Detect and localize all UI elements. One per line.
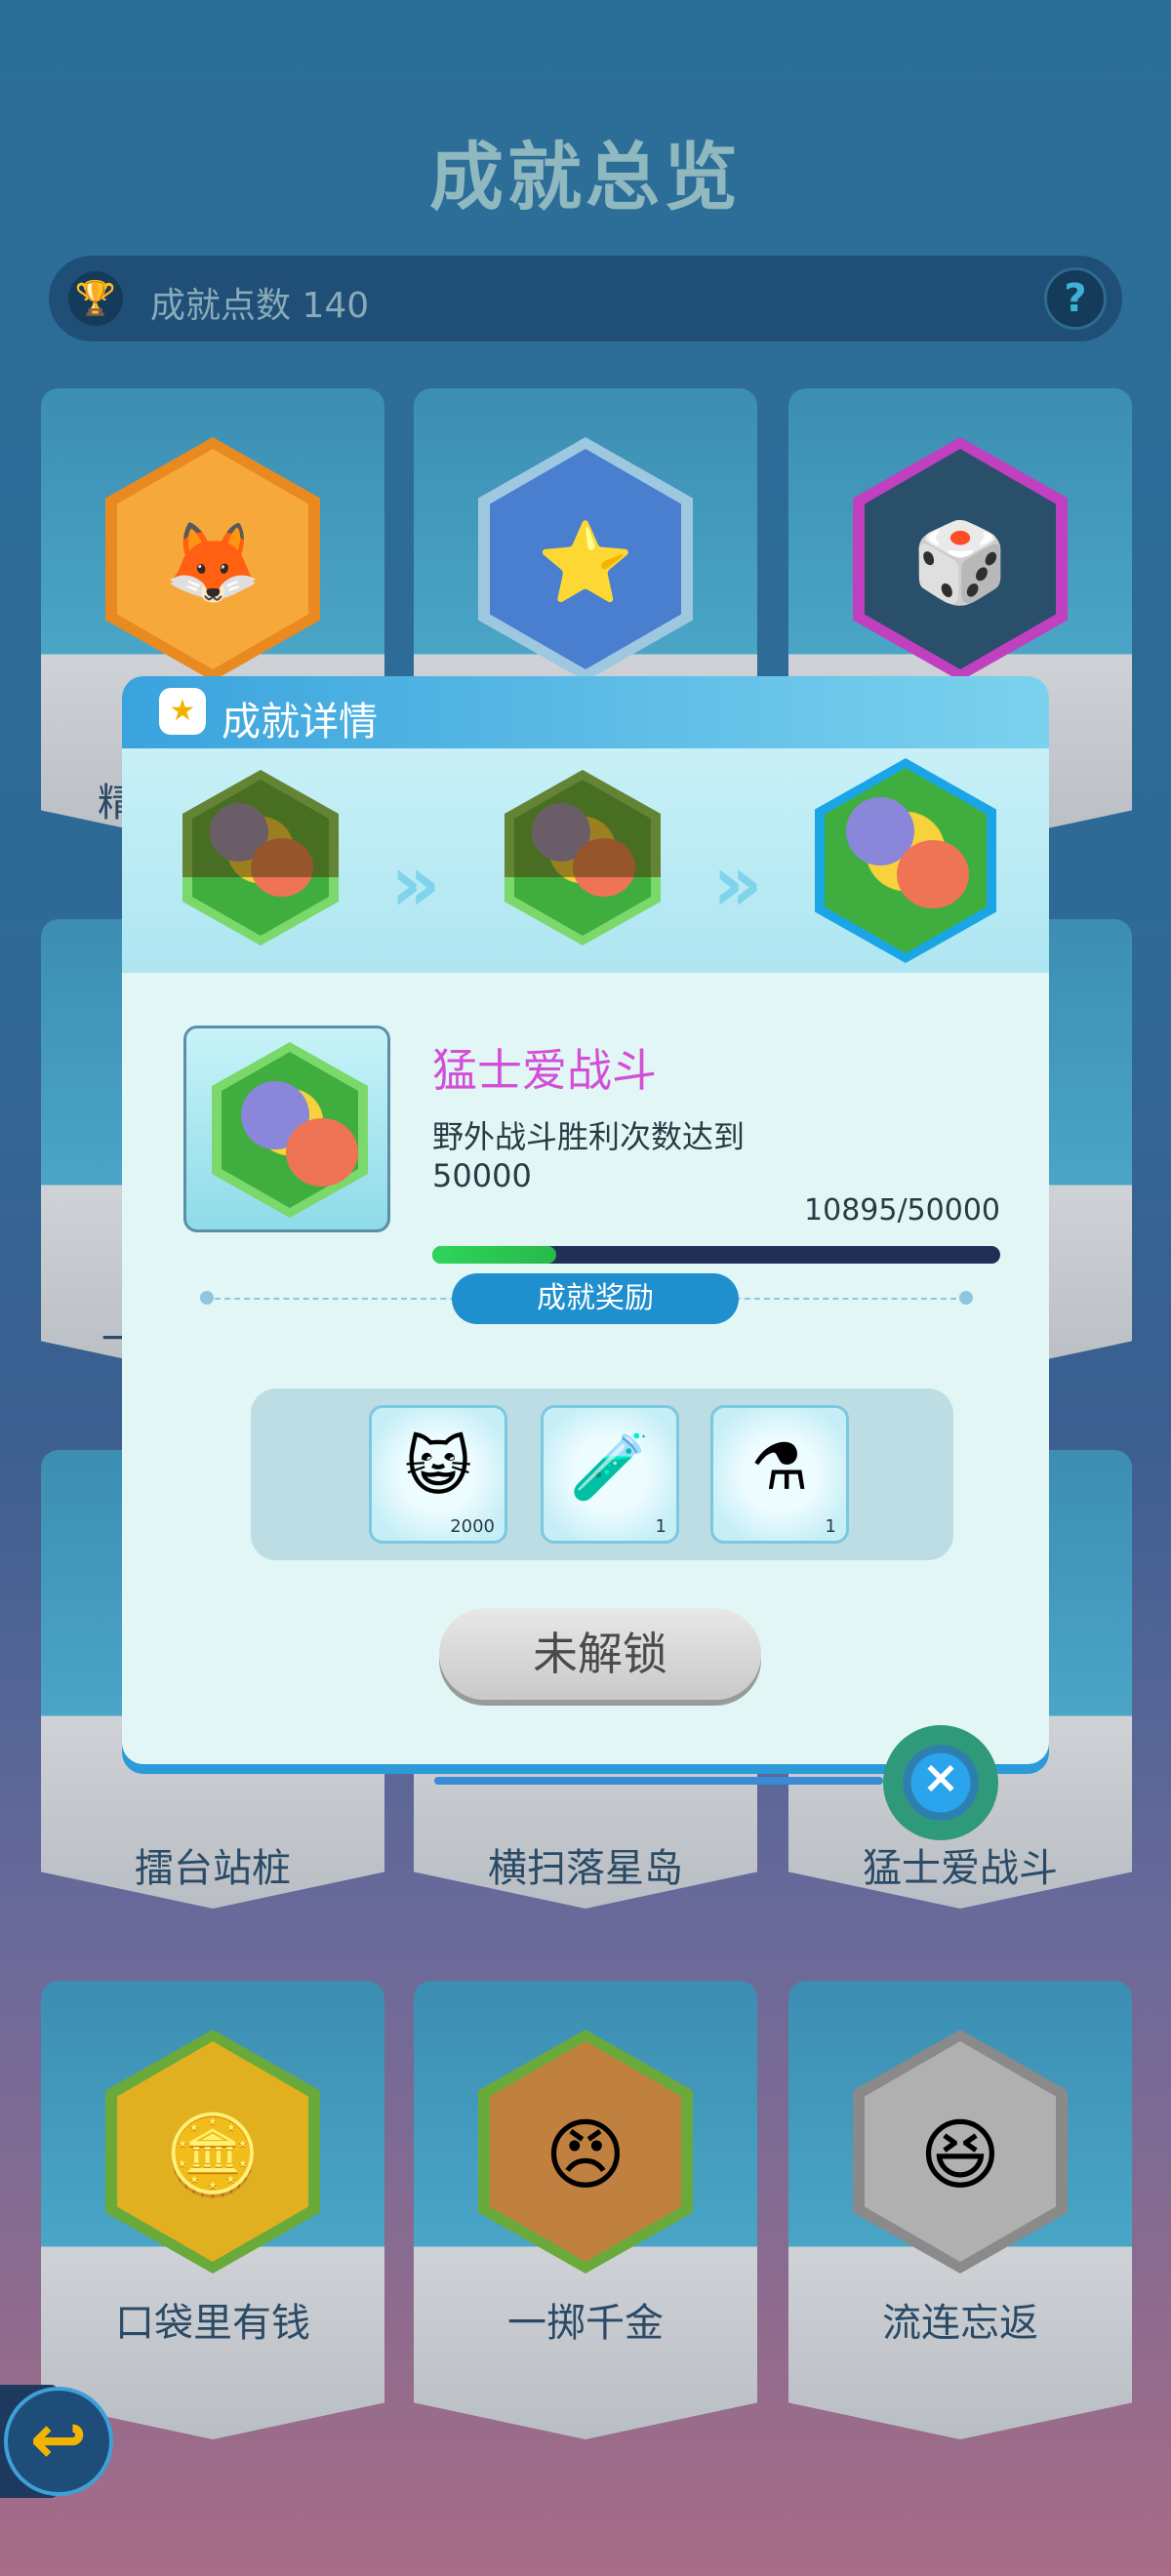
reward-item[interactable]: 😺 2000 [369, 1405, 507, 1544]
reward-item[interactable]: 🧪 1 [541, 1405, 679, 1544]
divider-dot [200, 1291, 214, 1305]
badge-star-icon: ★ [159, 688, 206, 735]
locked-button[interactable]: 未解锁 [439, 1608, 761, 1700]
achievement-badge-icon: 🦊 [105, 437, 320, 681]
progress-text: 10895/50000 [804, 1193, 1000, 1228]
purple-potion-icon: 🧪 [569, 1429, 651, 1505]
achievement-card[interactable]: 😆 流连忘返 [788, 1981, 1132, 2439]
achievement-badge-icon: 😠 [478, 2030, 693, 2274]
back-arrow-icon: ↩ [29, 2399, 88, 2479]
page-title: 成就总览 [429, 134, 742, 221]
divider-dot [959, 1291, 973, 1305]
achievement-card-label: 擂台站桩 [135, 1846, 291, 1891]
achievement-points-text: 成就点数 140 [150, 286, 370, 326]
achievement-detail-modal: ★ 成就详情 » » 猛士爱战斗 野外战斗胜利次数达到50000 10895/5… [122, 676, 1049, 1764]
progress-bar-fill [432, 1246, 556, 1264]
stage-2-badge-icon[interactable] [505, 770, 661, 946]
achievement-badge-icon: 😆 [853, 2030, 1068, 2274]
achievement-badge-icon: 🎲 [853, 437, 1068, 681]
achievement-name: 猛士爱战斗 [432, 1044, 657, 1097]
achievement-card-label: 流连忘返 [882, 2301, 1038, 2346]
cat-face-icon: 😺 [404, 1429, 472, 1505]
achievement-description: 野外战斗胜利次数达到50000 [432, 1118, 746, 1194]
achievement-card[interactable]: 😠 一掷千金 [414, 1981, 757, 2439]
reward-item[interactable]: ⚗ 1 [710, 1405, 849, 1544]
stage-3-badge-icon[interactable] [815, 758, 996, 963]
modal-title: 成就详情 [222, 700, 378, 745]
achievement-card[interactable]: 🪙 口袋里有钱 [41, 1981, 384, 2439]
achievement-card-label: 一掷千金 [507, 2301, 664, 2346]
modal-header: ★ 成就详情 [122, 676, 1049, 748]
progress-bar [432, 1246, 1000, 1264]
reward-count: 1 [655, 1516, 666, 1537]
back-button[interactable]: ↩ [4, 2387, 113, 2496]
close-icon: × [921, 1751, 960, 1803]
red-potion-icon: ⚗ [750, 1429, 809, 1505]
stage-1-badge-icon[interactable] [182, 770, 339, 946]
reward-count: 2000 [450, 1516, 495, 1537]
chevron-right-icon: » [390, 838, 440, 929]
trophy-icon: 🏆 [68, 271, 123, 326]
rewards-label: 成就奖励 [452, 1273, 739, 1324]
achievement-badge-icon: 🪙 [105, 2030, 320, 2274]
reward-count: 1 [825, 1516, 836, 1537]
achievement-detail-icon [183, 1026, 390, 1232]
close-button[interactable]: × [883, 1725, 998, 1840]
stage-progress-strip: » » [122, 748, 1049, 973]
achievement-badge-icon: ⭐ [478, 437, 693, 681]
achievement-card-label: 猛士爱战斗 [863, 1846, 1058, 1891]
achievement-card-label: 口袋里有钱 [115, 2301, 310, 2346]
chevron-right-icon: » [712, 838, 762, 929]
achievement-points-bar: 🏆 成就点数 140 ? [49, 256, 1122, 342]
achievement-card-label: 横扫落星岛 [488, 1846, 683, 1891]
help-button[interactable]: ? [1044, 267, 1107, 330]
modal-underline [434, 1777, 883, 1785]
